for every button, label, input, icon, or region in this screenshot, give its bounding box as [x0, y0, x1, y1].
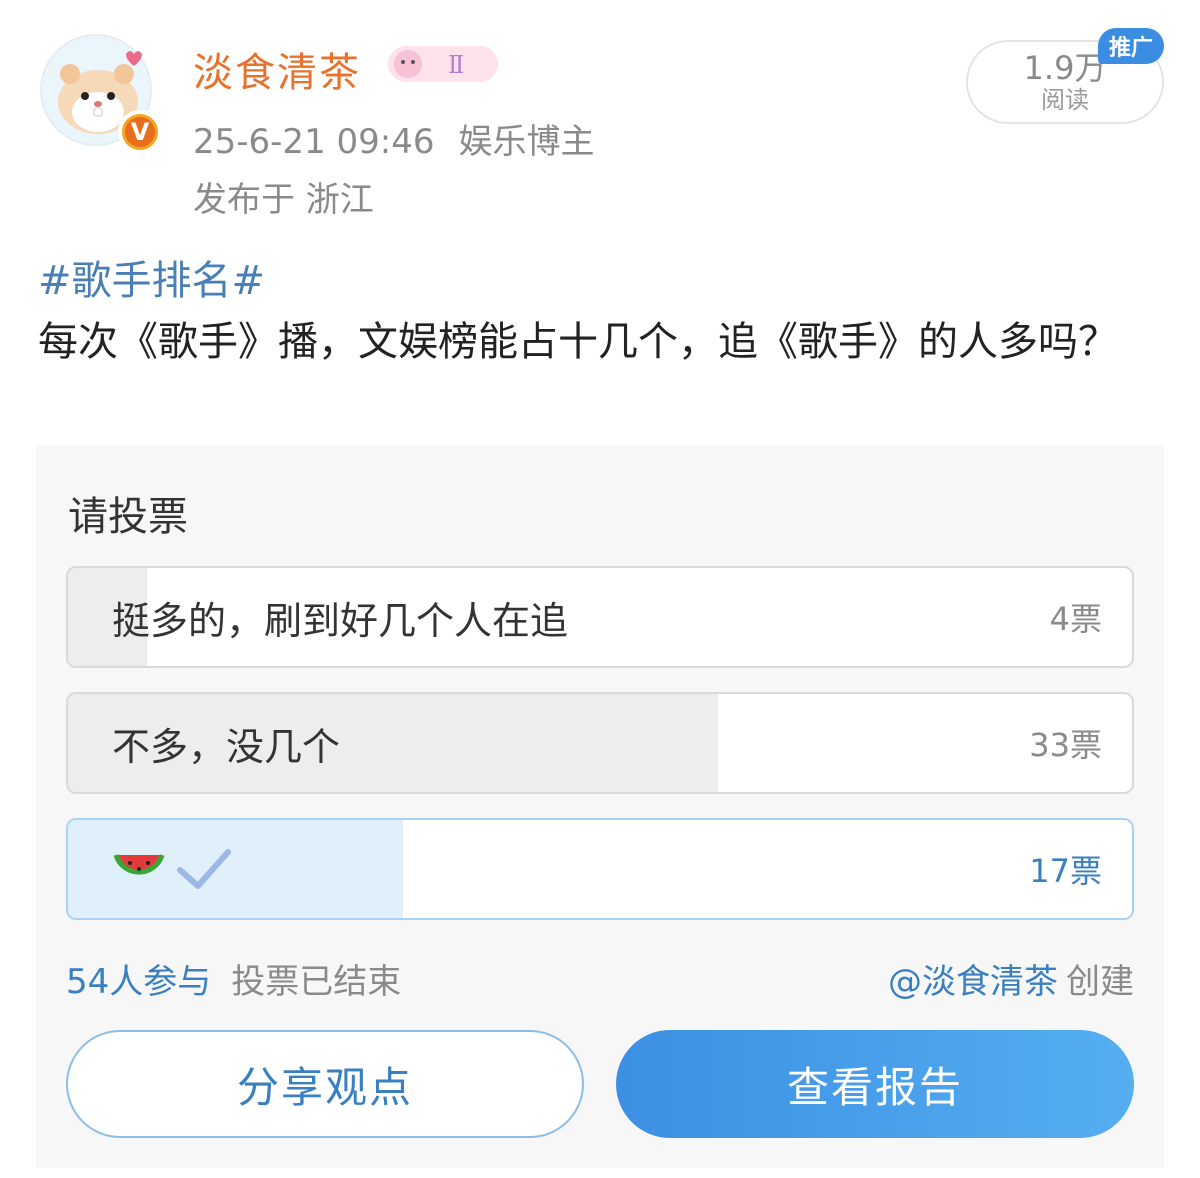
checkmark-icon	[177, 849, 231, 889]
reads-label: 阅读	[1041, 86, 1089, 114]
post-time: 25-6-21 09:46	[193, 122, 435, 162]
participants-count: 54人参与	[66, 962, 212, 1002]
poll-stats: 54人参与 投票已结束	[66, 954, 401, 1003]
share-opinion-button[interactable]: 分享观点	[66, 1030, 584, 1138]
poll-option-label: 不多，没几个	[112, 724, 341, 769]
poll-option[interactable]: 挺多的，刷到好几个人在追 4票	[66, 566, 1134, 668]
watermelon-icon	[113, 854, 165, 875]
poll-create-label: 创建	[1066, 962, 1134, 1002]
reads-count: 1.9万	[1023, 49, 1107, 87]
poll-option-selected[interactable]: 17票	[66, 818, 1134, 920]
promo-badge: 推广	[1098, 28, 1164, 64]
poll-option-votes: 17票	[1029, 852, 1102, 890]
poll-option-votes: 33票	[1029, 726, 1102, 764]
poll-option[interactable]: 不多，没几个 33票	[66, 692, 1134, 794]
post-text: 每次《歌手》播，文娱榜能占十几个，追《歌手》的人多吗？	[38, 319, 1118, 365]
poll-title: 请投票	[68, 494, 188, 540]
post-meta: 25-6-21 09:46 娱乐博主	[193, 114, 619, 163]
hashtag-link[interactable]: #歌手排名#	[38, 248, 265, 306]
level-badge-text: Ⅱ	[448, 51, 464, 79]
poll-creator-line: @淡食清茶 创建	[888, 954, 1134, 1003]
author-role: 娱乐博主	[458, 122, 595, 162]
poll-option-label: 挺多的，刷到好几个人在追	[112, 598, 569, 643]
level-badge-icon: Ⅱ	[388, 46, 498, 82]
verified-badge-icon: V	[118, 110, 162, 154]
poll-option-votes: 4票	[1049, 600, 1102, 638]
poll-option-label	[112, 820, 234, 918]
poll-card: 请投票 挺多的，刷到好几个人在追 4票 不多，没几个 33票 17票 54人参与…	[36, 446, 1164, 1168]
poll-status: 投票已结束	[231, 962, 402, 1002]
poll-creator-link[interactable]: @淡食清茶	[888, 962, 1058, 1002]
post-location: 发布于 浙江	[193, 180, 374, 220]
username[interactable]: 淡食清茶	[193, 40, 361, 98]
view-report-button[interactable]: 查看报告	[616, 1030, 1134, 1138]
